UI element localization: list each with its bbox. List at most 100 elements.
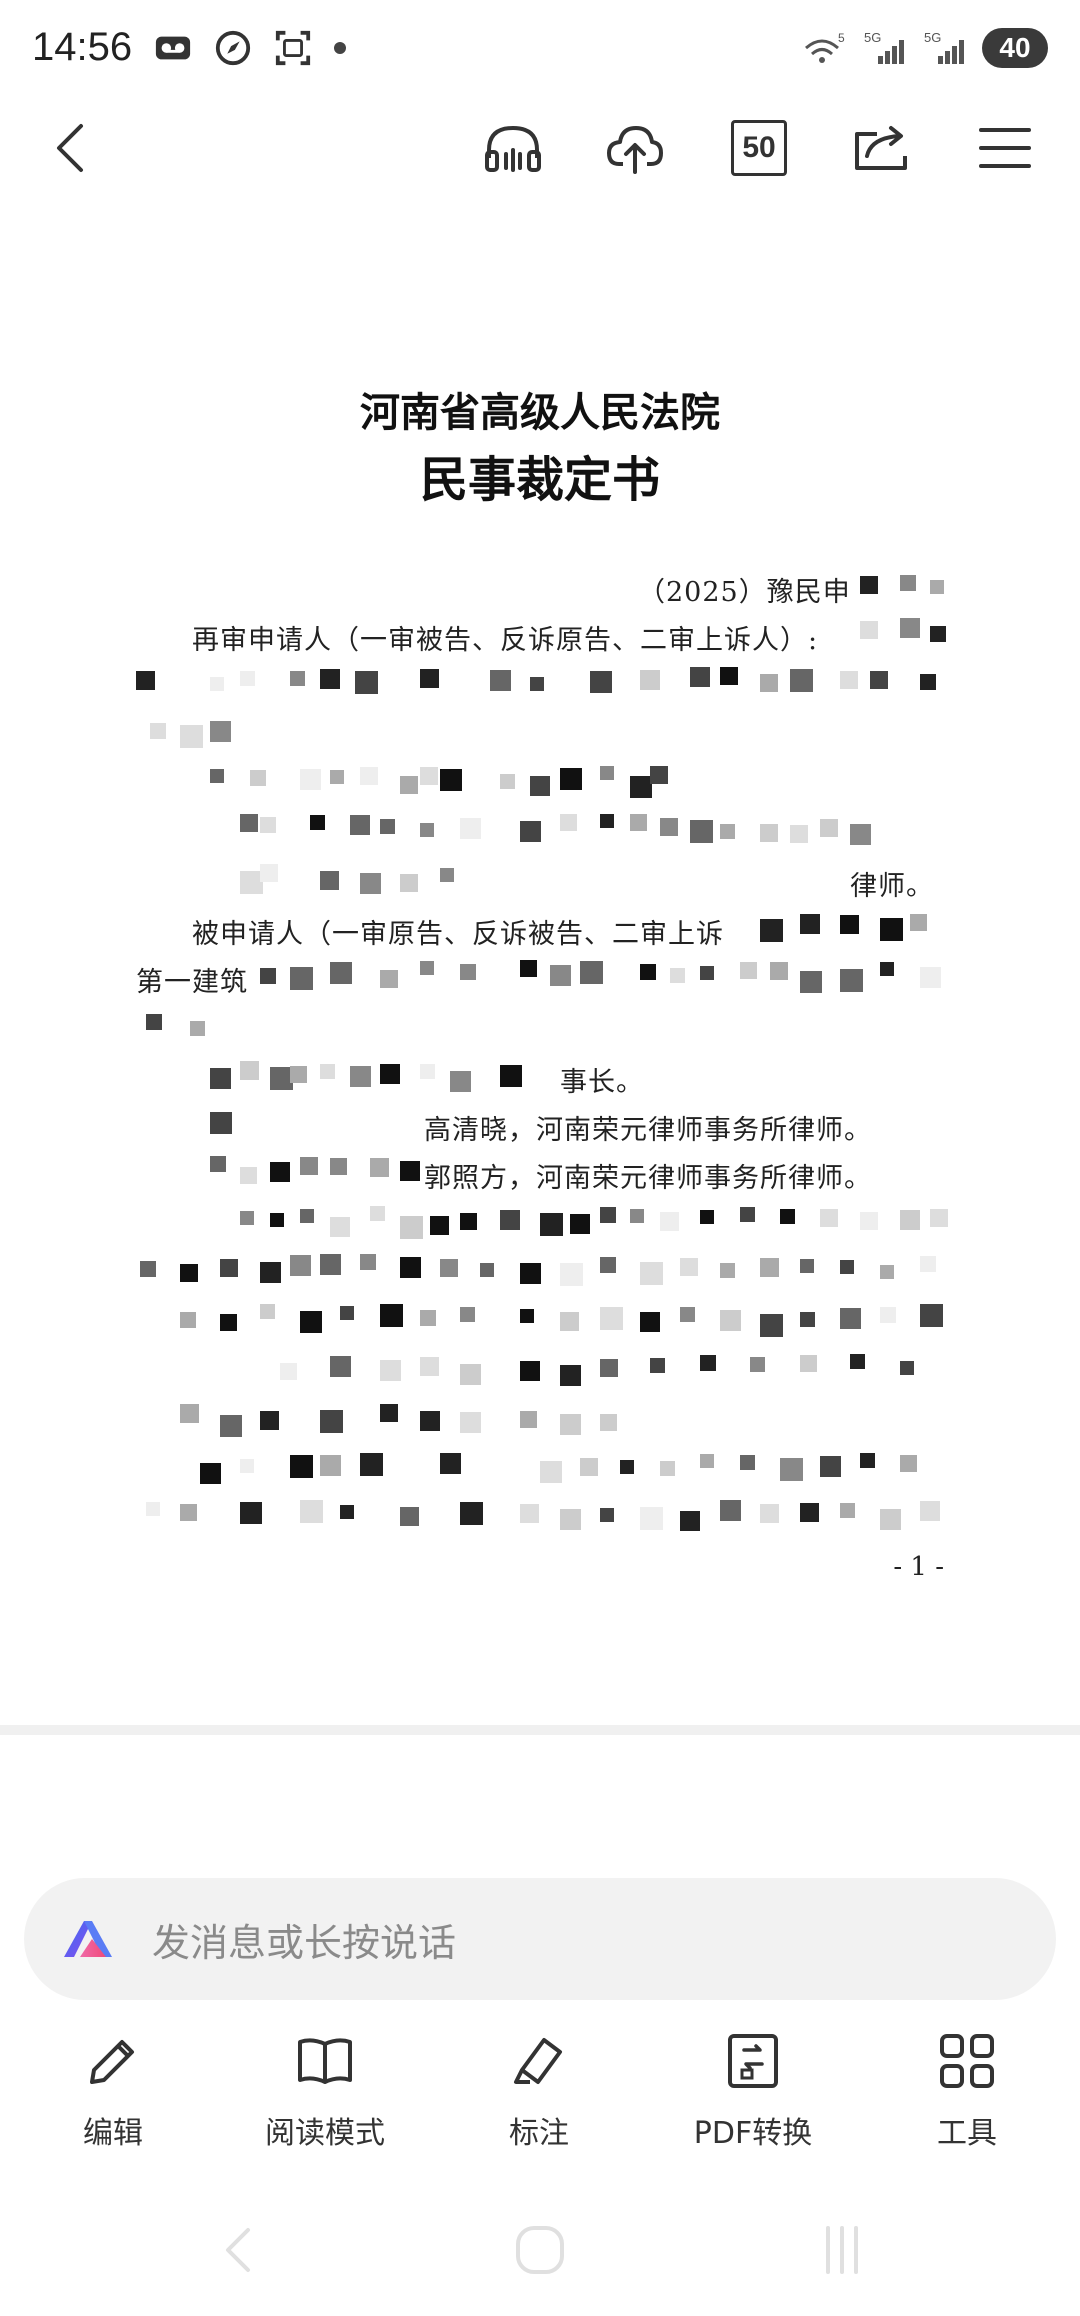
- mosaic-block: [136, 671, 155, 690]
- mosaic-block: [560, 1263, 583, 1286]
- tools-label: 工具: [937, 2116, 997, 2151]
- mosaic-block: [210, 721, 231, 742]
- top-toolbar: 50: [0, 95, 1080, 201]
- menu-button[interactable]: [962, 105, 1048, 191]
- mosaic-block: [310, 815, 325, 830]
- bottom-action-bar: 编辑 阅读模式 标注 PDF转换 工具: [0, 2030, 1080, 2170]
- nav-back-icon[interactable]: [208, 2218, 272, 2282]
- mosaic-block: [210, 1112, 232, 1134]
- share-button[interactable]: [838, 105, 924, 191]
- mosaic-block: [360, 767, 378, 785]
- mosaic-block: [440, 1259, 458, 1277]
- mosaic-block: [330, 962, 352, 984]
- mosaic-block: [780, 1458, 803, 1481]
- mosaic-block: [260, 1411, 279, 1430]
- mosaic-block: [260, 1304, 275, 1319]
- mosaic-block: [650, 1358, 665, 1373]
- annotate-button[interactable]: 标注: [454, 2030, 624, 2152]
- mosaic-block: [400, 874, 418, 892]
- mosaic-block: [300, 1209, 314, 1223]
- mosaic-block: [720, 824, 735, 839]
- mosaic-block: [850, 824, 871, 845]
- edit-button[interactable]: 编辑: [28, 2030, 198, 2152]
- mosaic-block: [840, 1503, 855, 1518]
- mosaic-block: [600, 766, 614, 780]
- mosaic-block: [210, 1156, 226, 1172]
- message-input-bar[interactable]: 发消息或长按说话: [24, 1878, 1056, 2000]
- page-count-badge: 50: [731, 120, 787, 176]
- mosaic-block: [220, 1415, 242, 1437]
- mosaic-block: [460, 1412, 481, 1433]
- mosaic-block: [880, 1509, 901, 1530]
- document-page[interactable]: 河南省高级人民法院 民事裁定书 （2025）豫民申 再审申请人（一审被告、反诉原…: [0, 200, 1080, 1725]
- mosaic-block: [560, 1509, 581, 1530]
- mosaic-block: [560, 1312, 579, 1331]
- mosaic-block: [500, 1210, 520, 1230]
- mosaic-block: [180, 725, 203, 748]
- mosaic-block: [420, 767, 438, 785]
- mosaic-block: [720, 667, 738, 685]
- mosaic-block: [690, 820, 713, 843]
- mosaic-block: [260, 864, 278, 882]
- mosaic-block: [820, 1456, 841, 1477]
- redacted-mosaic: [0, 200, 1080, 1600]
- mosaic-block: [850, 1354, 865, 1369]
- mosaic-block: [330, 770, 344, 784]
- mosaic-block: [270, 1162, 290, 1182]
- mosaic-block: [320, 1064, 335, 1079]
- mosaic-block: [770, 962, 788, 980]
- mosaic-block: [430, 1216, 449, 1235]
- page-separator: [0, 1725, 1080, 1735]
- annotate-label: 标注: [509, 2116, 569, 2151]
- mosaic-block: [670, 968, 685, 983]
- mosaic-block: [360, 1453, 383, 1476]
- mosaic-block: [290, 1255, 311, 1276]
- page-count-button[interactable]: 50: [716, 105, 802, 191]
- mosaic-block: [580, 1458, 598, 1476]
- cloud-upload-button[interactable]: [592, 105, 678, 191]
- mosaic-block: [340, 1306, 354, 1320]
- nav-recents-icon[interactable]: [810, 2218, 874, 2282]
- back-arrow-icon: [57, 124, 83, 172]
- reading-mode-button[interactable]: 阅读模式: [240, 2030, 410, 2152]
- listen-button[interactable]: [470, 105, 556, 191]
- mosaic-block: [740, 1455, 755, 1470]
- notification-dot-icon: [334, 41, 347, 54]
- mosaic-block: [740, 1207, 755, 1222]
- tools-button[interactable]: 工具: [882, 2030, 1052, 2152]
- mosaic-block: [420, 1064, 435, 1079]
- mosaic-block: [490, 670, 511, 691]
- mosaic-block: [420, 669, 439, 688]
- mosaic-block: [900, 1210, 920, 1230]
- mosaic-block: [180, 1404, 199, 1423]
- mosaic-block: [320, 871, 339, 890]
- mosaic-block: [600, 1207, 616, 1223]
- mosaic-block: [700, 1454, 714, 1468]
- mosaic-block: [360, 1254, 376, 1270]
- mosaic-block: [930, 1209, 948, 1227]
- message-input-placeholder[interactable]: 发消息或长按说话: [152, 1912, 456, 1967]
- mosaic-block: [680, 1307, 695, 1322]
- mosaic-block: [360, 873, 381, 894]
- mosaic-block: [220, 1259, 238, 1277]
- mosaic-block: [930, 626, 946, 642]
- mosaic-block: [350, 815, 370, 835]
- mosaic-block: [840, 969, 863, 992]
- highlighter-icon: [514, 2038, 562, 2084]
- back-button[interactable]: [30, 105, 116, 191]
- mosaic-block: [900, 1361, 914, 1375]
- headphones-icon: [485, 125, 541, 172]
- wifi-icon: 5: [805, 31, 845, 63]
- mosaic-block: [640, 964, 656, 980]
- mosaic-block: [146, 1502, 160, 1516]
- pdf-convert-button[interactable]: PDF转换: [668, 2030, 838, 2152]
- nav-home-icon[interactable]: [508, 2218, 572, 2282]
- mosaic-block: [650, 766, 668, 784]
- mosaic-block: [300, 1157, 318, 1175]
- mosaic-block: [790, 825, 808, 843]
- mosaic-block: [330, 1158, 347, 1175]
- mosaic-block: [860, 1453, 875, 1468]
- mosaic-block: [640, 1262, 663, 1285]
- mosaic-block: [560, 814, 577, 831]
- mosaic-block: [600, 1257, 616, 1273]
